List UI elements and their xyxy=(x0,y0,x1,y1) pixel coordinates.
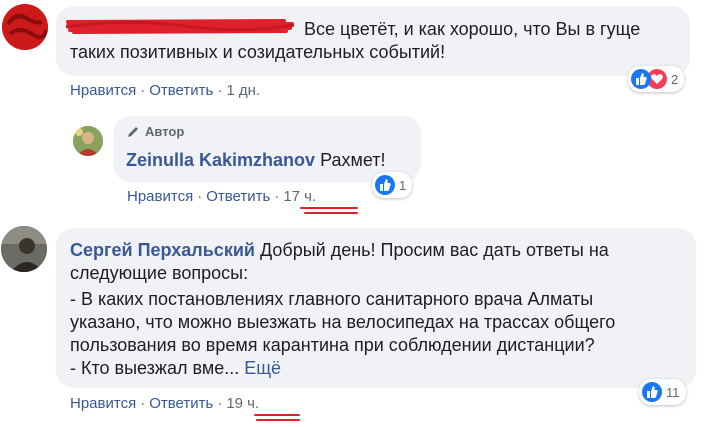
separator: · xyxy=(140,395,146,412)
redacted-avatar-icon xyxy=(2,4,48,50)
comment-body: Добрый день! Просим вас дать ответы на xyxy=(259,240,609,260)
comment-actions: Нравится · Ответить · 17 ч. xyxy=(127,188,316,205)
comment-text: таких позитивных и созидательных событий… xyxy=(70,42,446,62)
reply-button[interactable]: Ответить xyxy=(149,395,213,412)
comment-body: Рахмет! xyxy=(320,150,386,170)
see-more-link[interactable]: Ещё xyxy=(244,358,281,378)
comment-actions: Нравится · Ответить · 19 ч. xyxy=(70,395,259,412)
annotation-underline xyxy=(254,414,300,416)
comment-text: Сергей Перхальский Добрый день! Просим в… xyxy=(70,239,609,262)
avatar[interactable] xyxy=(73,126,103,156)
annotation-underline xyxy=(256,419,300,421)
timestamp[interactable]: 1 дн. xyxy=(226,82,260,99)
annotation-underline xyxy=(300,207,358,209)
pencil-icon xyxy=(128,126,138,137)
reactions-badge[interactable]: 11 xyxy=(639,379,686,405)
author-badge: Автор xyxy=(126,124,184,139)
reactions-badge[interactable]: 1 xyxy=(372,172,413,198)
reply-button[interactable]: Ответить xyxy=(206,188,270,205)
reaction-count: 11 xyxy=(666,384,680,400)
author-name[interactable]: Zeinulla Kakimzhanov xyxy=(126,150,315,170)
author-name[interactable]: Сергей Перхальский xyxy=(70,240,255,260)
comment-text: - Кто выезжал вме... Ещё xyxy=(70,357,281,380)
redacted-author-scribble xyxy=(65,19,295,34)
comment-text: следующие вопросы: xyxy=(70,263,249,283)
like-button[interactable]: Нравится xyxy=(70,395,136,412)
timestamp[interactable]: 17 ч. xyxy=(283,188,316,205)
timestamp[interactable]: 19 ч. xyxy=(226,395,259,412)
comment-text: указано, что можно выезжать на велосипед… xyxy=(70,312,616,332)
reactions-badge[interactable]: 2 xyxy=(628,66,685,92)
reply-button[interactable]: Ответить xyxy=(149,82,213,99)
like-button[interactable]: Нравится xyxy=(127,188,193,205)
comment-text: Zeinulla Kakimzhanov Рахмет! xyxy=(126,149,386,172)
reaction-count: 2 xyxy=(671,71,679,87)
comment-body: - Кто выезжал вме... xyxy=(70,358,240,378)
author-avatar-icon xyxy=(73,126,103,156)
separator: · xyxy=(140,82,146,99)
avatar[interactable] xyxy=(2,4,48,50)
separator: · xyxy=(274,188,280,205)
separator: · xyxy=(197,188,203,205)
comment-text: Все цветёт, и как хорошо, что Вы в гуще xyxy=(304,19,641,39)
user-avatar-icon xyxy=(1,226,47,272)
separator: · xyxy=(217,82,223,99)
like-icon xyxy=(375,175,395,195)
like-icon xyxy=(631,69,651,89)
annotation-underline xyxy=(304,212,358,214)
avatar[interactable] xyxy=(1,226,47,272)
reaction-count: 1 xyxy=(399,177,407,193)
comment-text: пользования во время карантина при соблю… xyxy=(70,335,595,355)
comment-text: - В каких постановлениях главного санита… xyxy=(70,289,594,309)
separator: · xyxy=(217,395,223,412)
comment-actions: Нравится · Ответить · 1 дн. xyxy=(70,82,260,99)
like-button[interactable]: Нравится xyxy=(70,82,136,99)
like-icon xyxy=(642,382,662,402)
